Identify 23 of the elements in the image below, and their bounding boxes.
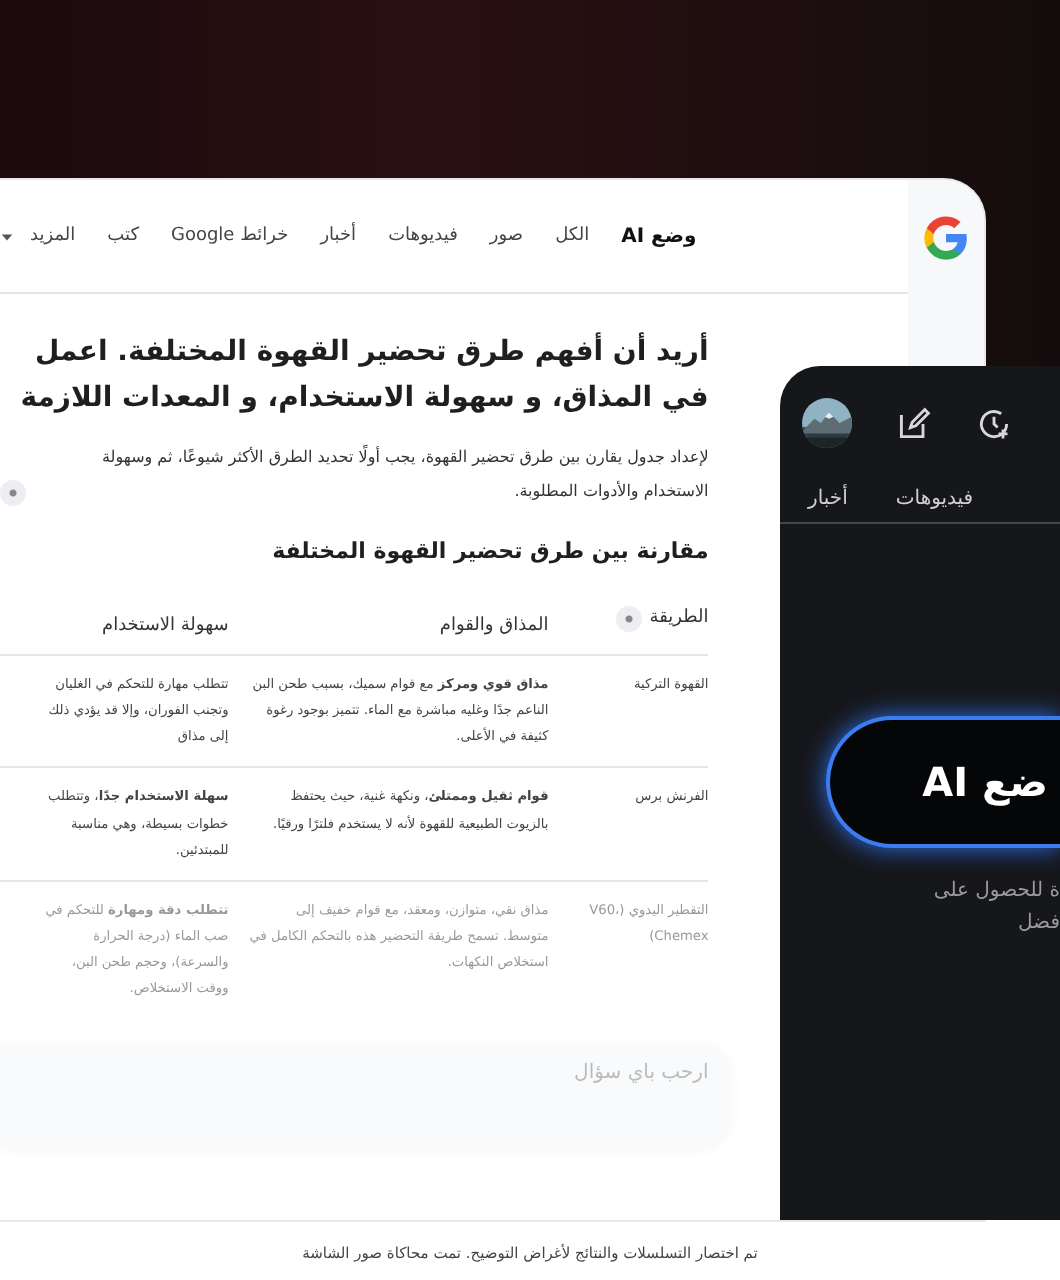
nav-tab[interactable]: كتب xyxy=(91,226,155,246)
column-header: المذاق والقوام xyxy=(439,615,549,636)
table-title: مقارنة بين طرق تحضير القهوة المختلفة xyxy=(270,537,709,564)
nav-tab[interactable]: خرائط Google xyxy=(154,226,305,246)
answer-text: لإعداد جدول يقارن بين طرق تحضير القهوة، يجب أولًا تحديد الطرق الأكثر شيوعًا، ثم وسهولة الاستخدام والأدوات المطلوبة. xyxy=(100,443,709,504)
google-logo-icon[interactable] xyxy=(920,212,973,264)
search-field[interactable]: ارحب باي سؤال xyxy=(0,1043,733,1148)
nav-tab[interactable]: صور xyxy=(473,226,540,246)
nav-tab[interactable]: فيديوهات xyxy=(372,226,474,246)
nav-tab[interactable]: الكل xyxy=(539,226,606,246)
column-header: الطريقة xyxy=(649,608,709,629)
nav-tab[interactable]: المزيد xyxy=(14,226,92,246)
ai-mode-button[interactable]: ضع AI xyxy=(826,716,1060,848)
nav-tab[interactable]: أخبار xyxy=(304,226,373,246)
column-header: سهولة الاستخدام xyxy=(102,615,229,636)
question-heading: أريد أن أفهم طرق تحضير القهوة المختلفة. اعمل في المذاق، و سهولة الاستخدام، و المعدات اللازمة xyxy=(18,330,709,419)
caret-icon[interactable] xyxy=(0,229,14,243)
nav-tab[interactable]: أخبار xyxy=(808,488,848,510)
edit-icon[interactable] xyxy=(896,405,932,441)
nav-tab[interactable]: فيديوهات xyxy=(895,488,974,510)
history-icon[interactable] xyxy=(976,405,1012,441)
nav-tab[interactable]: وضع AI xyxy=(605,225,713,247)
prompt-text: ة للحصول على فضل xyxy=(931,878,1060,938)
